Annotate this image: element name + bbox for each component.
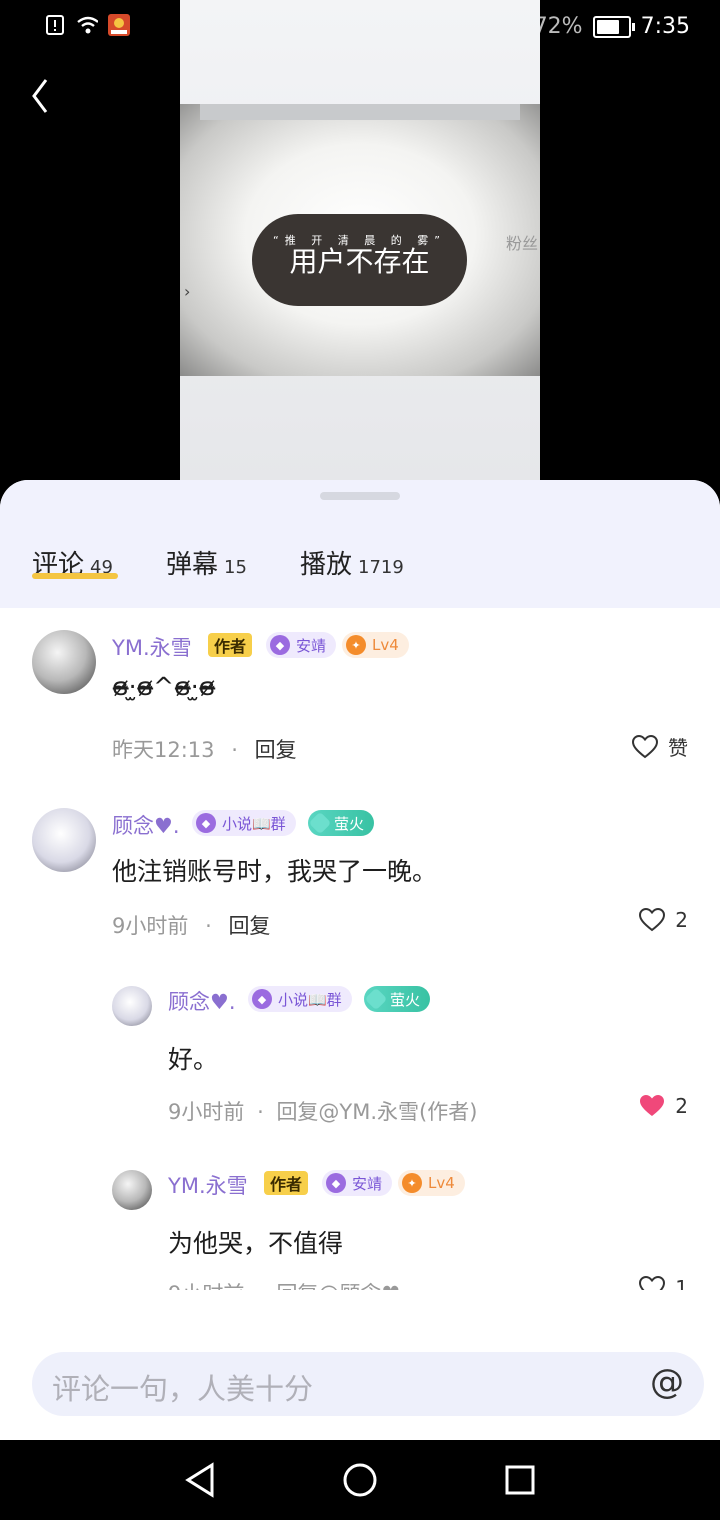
comment-input[interactable]: 评论一句，人美十分 @ — [32, 1352, 704, 1416]
nav-back-button[interactable] — [184, 1462, 216, 1502]
heart-filled-icon — [640, 1095, 665, 1116]
video-frame-topbar — [200, 104, 520, 120]
heart-outline-icon — [639, 908, 666, 932]
fans-text: 粉丝 — [506, 234, 539, 253]
drag-handle[interactable] — [320, 492, 400, 500]
reply-time: 9小时前 — [168, 1282, 244, 1290]
badge-label: 萤火 — [334, 814, 365, 833]
back-button[interactable] — [30, 78, 50, 124]
reply-text: 好。 — [168, 1045, 219, 1074]
comment-time: 昨天12:13 — [112, 738, 215, 762]
badge-label: 萤火 — [390, 990, 421, 1009]
tab-danmaku[interactable]: 弹幕 15 — [166, 544, 247, 581]
comment-list[interactable]: YM.永雪 作者 ◆ 安靖 ✦ Lv4 ɞ̴̶̷·̫ɞ̴̶̷^ɞ̴̶̷·̫ɞ̴̶̷ … — [0, 608, 720, 1290]
avatar[interactable] — [112, 1170, 152, 1210]
tab-plays[interactable]: 播放 1719 — [300, 544, 404, 581]
tab-label: 播放 — [300, 550, 353, 580]
tab-count: 15 — [224, 557, 247, 578]
firefly-badge[interactable]: 萤火 — [364, 986, 431, 1012]
reply-username[interactable]: YM.永雪 — [168, 1170, 248, 1200]
like-label: 赞 — [668, 736, 688, 760]
comment-input-bar: 评论一句，人美十分 @ — [0, 1298, 720, 1440]
mention-button[interactable]: @ — [650, 1362, 684, 1402]
reply-meta: 9小时前 · 回复@顾念♥. — [168, 1278, 407, 1290]
reply-to-link[interactable]: 回复@YM.永雪(作者) — [276, 1100, 477, 1124]
like-count: 1 — [675, 1276, 688, 1290]
comments-sheet: 评论 49 弹幕 15 播放 1719 YM.永雪 作者 ◆ 安靖 ✦ Lv4 ɞ̴̶̷·… — [0, 480, 720, 1440]
badge-label: 小说📖群 — [278, 990, 342, 1009]
firefly-badge[interactable]: 萤火 — [308, 810, 375, 836]
comment-text: ɞ̴̶̷·̫ɞ̴̶̷^ɞ̴̶̷·̫ɞ̴̶̷ — [112, 672, 216, 701]
author-badge: 作者 — [208, 633, 253, 657]
badge-label: 安靖 — [296, 636, 327, 655]
badge-label: 小说📖群 — [222, 814, 286, 833]
battery-icon — [592, 15, 635, 38]
like-count: 2 — [675, 908, 688, 932]
reply-username[interactable]: 顾念♥. — [168, 986, 236, 1016]
like-button[interactable]: 2 — [639, 908, 688, 932]
avatar[interactable] — [32, 630, 96, 694]
comment-meta: 昨天12:13 · 回复 — [112, 738, 297, 762]
reply-button[interactable]: 回复 — [228, 914, 270, 938]
reply-time: 9小时前 — [168, 1100, 245, 1124]
chevron-left-icon — [32, 79, 48, 113]
gem-icon: ◆ — [270, 635, 290, 655]
wifi-icon — [76, 14, 98, 36]
active-tab-indicator — [32, 573, 118, 579]
comment-username[interactable]: YM.永雪 — [112, 632, 192, 662]
square-recents-icon — [505, 1465, 535, 1495]
tab-count: 1719 — [358, 557, 404, 578]
fan-group-badge[interactable]: ◆ 安靖 — [266, 632, 337, 658]
reply-text: 为他哭，不值得 — [168, 1229, 344, 1258]
battery-percent: 72% — [533, 14, 583, 39]
badge-label: 安靖 — [352, 1174, 383, 1193]
fan-group-badge[interactable]: ◆ 安靖 — [322, 1170, 393, 1196]
nav-home-button[interactable] — [342, 1462, 378, 1502]
fan-group-badge[interactable]: ◆ 小说📖群 — [192, 810, 296, 836]
gem-icon — [308, 811, 332, 835]
like-button[interactable]: 1 — [639, 1276, 688, 1290]
reply-meta: 9小时前 · 回复@YM.永雪(作者) — [168, 1100, 478, 1124]
app-icon — [108, 14, 130, 36]
gem-icon: ◆ — [326, 1173, 346, 1193]
avatar[interactable] — [32, 808, 96, 872]
chevron-right-icon: › — [184, 282, 191, 301]
badge-label: Lv4 — [428, 1174, 455, 1192]
comment-input-placeholder: 评论一句，人美十分 — [52, 1372, 314, 1406]
video-preview[interactable]: “推 开 清 晨 的 雾” 用户不存在 粉丝 › — [180, 0, 540, 480]
gem-icon: ◆ — [252, 989, 272, 1009]
comment-time: 9小时前 — [112, 914, 189, 938]
nav-recents-button[interactable] — [504, 1462, 536, 1502]
comment-meta: 9小时前 · 回复 — [112, 914, 271, 938]
avatar[interactable] — [112, 986, 152, 1026]
user-not-exist-text: 用户不存在 — [289, 245, 430, 278]
heart-outline-icon — [639, 1276, 666, 1290]
level-icon: ✦ — [402, 1173, 422, 1193]
comment-username[interactable]: 顾念♥. — [112, 810, 180, 840]
gem-icon — [364, 987, 388, 1011]
system-nav-bar — [0, 1440, 720, 1520]
level-icon: ✦ — [346, 635, 366, 655]
sheet-header: 评论 49 弹幕 15 播放 1719 — [0, 480, 720, 608]
like-count: 2 — [675, 1094, 688, 1118]
reply-to-link[interactable]: 回复@顾念♥. — [276, 1282, 407, 1290]
reply-button[interactable]: 回复 — [255, 738, 297, 762]
badge-label: Lv4 — [372, 636, 399, 654]
level-badge[interactable]: ✦ Lv4 — [398, 1170, 465, 1196]
clock: 7:35 — [640, 14, 690, 39]
alert-icon — [44, 14, 66, 36]
author-badge: 作者 — [264, 1171, 309, 1195]
comment-text: 他注销账号时，我哭了一晚。 — [112, 857, 438, 886]
like-button[interactable]: 赞 — [632, 732, 688, 761]
gem-icon: ◆ — [196, 813, 216, 833]
tab-label: 弹幕 — [166, 550, 219, 580]
triangle-back-icon — [185, 1462, 214, 1498]
circle-home-icon — [343, 1463, 377, 1497]
level-badge[interactable]: ✦ Lv4 — [342, 632, 409, 658]
like-button[interactable]: 2 — [639, 1094, 688, 1118]
heart-outline-icon — [632, 734, 658, 758]
fan-group-badge[interactable]: ◆ 小说📖群 — [248, 986, 352, 1012]
